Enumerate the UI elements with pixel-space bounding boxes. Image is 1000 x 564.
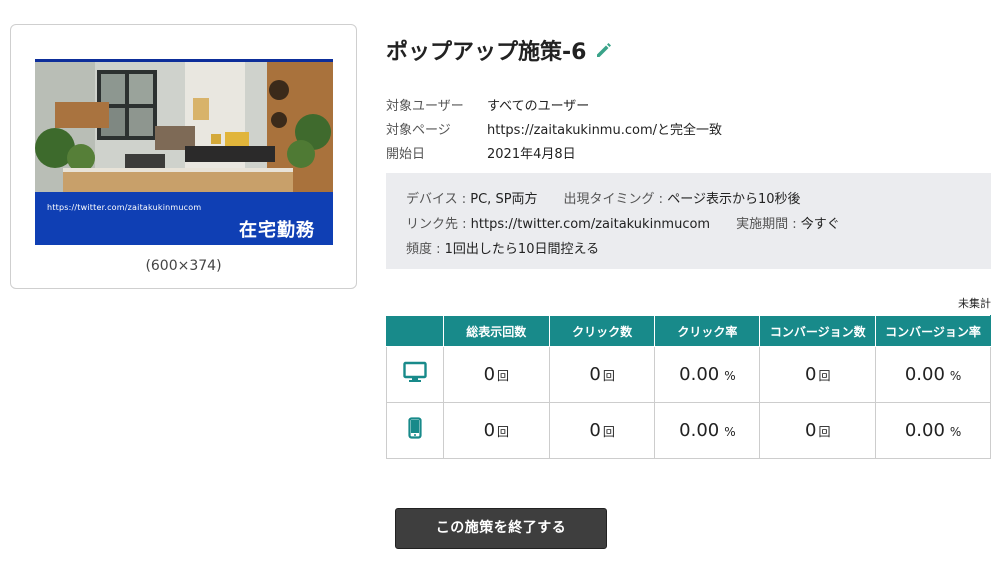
setting-label: リンク先 : bbox=[406, 217, 471, 232]
table-row: 0回 0回 0.00% 0回 0.00% bbox=[386, 402, 991, 459]
cell-unit: 回 bbox=[602, 425, 615, 439]
table-row: 0回 0回 0.00% 0回 0.00% bbox=[386, 346, 991, 403]
stats-table: 総表示回数 クリック数 クリック率 コンバージョン数 コンバージョン率 0回 0… bbox=[386, 315, 991, 459]
popup-banner-image: https://twitter.com/zaitakukinmucom 在宅勤務 bbox=[35, 59, 333, 245]
settings-row: デバイス : PC, SP両方 出現タイミング : ページ表示から10秒後 bbox=[406, 185, 971, 210]
clicks-cell: 0回 bbox=[548, 402, 656, 459]
cafe-photo-illustration bbox=[35, 62, 333, 192]
setting-link: リンク先 : https://twitter.com/zaitakukinmuc… bbox=[406, 213, 710, 232]
banner-caption: https://twitter.com/zaitakukinmucom 在宅勤務 bbox=[35, 192, 333, 245]
setting-timing: 出現タイミング : ページ表示から10秒後 bbox=[564, 188, 801, 207]
setting-label: 頻度 : bbox=[406, 242, 445, 257]
clicks-cell: 0回 bbox=[548, 346, 656, 403]
setting-value: https://twitter.com/zaitakukinmucom bbox=[470, 217, 711, 232]
column-header-impressions: 総表示回数 bbox=[442, 315, 550, 347]
cell-value: 0 bbox=[805, 420, 817, 441]
meta-value: https://zaitakukinmu.com/と完全一致 bbox=[487, 122, 722, 138]
meta-row-target-page: 対象ページ https://zaitakukinmu.com/と完全一致 bbox=[386, 116, 722, 140]
meta-value: 2021年4月8日 bbox=[487, 146, 576, 162]
settings-panel: デバイス : PC, SP両方 出現タイミング : ページ表示から10秒後 リン… bbox=[386, 173, 991, 269]
setting-frequency: 頻度 : 1回出したら10日間控える bbox=[406, 238, 599, 257]
campaign-title: ポップアップ施策-6 bbox=[386, 40, 587, 65]
settings-row: 頻度 : 1回出したら10日間控える bbox=[406, 235, 971, 260]
cafe-photo bbox=[35, 62, 333, 192]
stats-status-label: 未集計 bbox=[958, 297, 991, 310]
cell-value: 0 bbox=[483, 420, 496, 441]
meta-value: すべてのユーザー bbox=[487, 98, 590, 114]
banner-url: https://twitter.com/zaitakukinmucom bbox=[47, 203, 202, 212]
table-header-row: 総表示回数 クリック数 クリック率 コンバージョン数 コンバージョン率 bbox=[386, 315, 991, 347]
setting-value: ページ表示から10秒後 bbox=[667, 192, 801, 207]
column-header-ctr: クリック率 bbox=[654, 315, 761, 347]
conversions-cell: 0回 bbox=[759, 346, 877, 403]
column-header-cvr: コンバージョン率 bbox=[875, 315, 991, 347]
column-header-device bbox=[386, 315, 444, 347]
preview-size-label: (600×374) bbox=[145, 258, 222, 274]
cell-unit: 回 bbox=[497, 369, 510, 383]
smartphone-icon bbox=[408, 417, 422, 444]
pencil-icon[interactable] bbox=[594, 40, 614, 60]
cell-unit: % bbox=[949, 369, 962, 383]
cell-unit: % bbox=[724, 369, 736, 383]
end-campaign-button[interactable]: この施策を終了する bbox=[395, 508, 607, 549]
cell-value: 0.00 bbox=[679, 420, 720, 441]
cell-value: 0 bbox=[483, 364, 496, 385]
setting-label: 出現タイミング : bbox=[563, 192, 668, 207]
cell-value: 0.00 bbox=[904, 420, 945, 441]
desktop-icon bbox=[403, 361, 427, 388]
meta-row-start-date: 開始日 2021年4月8日 bbox=[386, 140, 722, 164]
setting-device: デバイス : PC, SP両方 bbox=[406, 188, 538, 207]
settings-row: リンク先 : https://twitter.com/zaitakukinmuc… bbox=[406, 210, 971, 235]
cell-unit: 回 bbox=[497, 425, 510, 439]
preview-card: https://twitter.com/zaitakukinmucom 在宅勤務… bbox=[10, 24, 357, 289]
cell-value: 0 bbox=[589, 420, 601, 441]
cell-unit: 回 bbox=[602, 369, 615, 383]
cell-value: 0.00 bbox=[904, 364, 945, 385]
campaign-meta: 対象ユーザー すべてのユーザー 対象ページ https://zaitakukin… bbox=[386, 92, 722, 164]
ctr-cell: 0.00% bbox=[654, 346, 761, 403]
setting-value: 1回出したら10日間控える bbox=[444, 242, 600, 257]
impressions-cell: 0回 bbox=[442, 346, 550, 403]
page-title: ポップアップ施策-6 bbox=[386, 34, 614, 66]
meta-label: 対象ユーザー bbox=[386, 98, 464, 114]
cvr-cell: 0.00% bbox=[875, 402, 991, 459]
impressions-cell: 0回 bbox=[442, 402, 550, 459]
device-cell bbox=[386, 402, 444, 459]
cell-unit: % bbox=[949, 425, 962, 439]
meta-row-target-user: 対象ユーザー すべてのユーザー bbox=[386, 92, 722, 116]
cell-value: 0 bbox=[589, 364, 601, 385]
ctr-cell: 0.00% bbox=[654, 402, 761, 459]
device-cell bbox=[386, 346, 444, 403]
column-header-clicks: クリック数 bbox=[548, 315, 656, 347]
cell-unit: 回 bbox=[818, 425, 831, 439]
column-header-conversions: コンバージョン数 bbox=[759, 315, 877, 347]
cell-unit: 回 bbox=[818, 369, 831, 383]
setting-period: 実施期間 : 今すぐ bbox=[736, 213, 840, 232]
setting-label: 実施期間 : bbox=[736, 217, 801, 232]
meta-label: 開始日 bbox=[386, 146, 426, 162]
conversions-cell: 0回 bbox=[759, 402, 877, 459]
setting-value: 今すぐ bbox=[800, 217, 840, 232]
cell-value: 0.00 bbox=[679, 364, 720, 385]
meta-label: 対象ページ bbox=[386, 122, 451, 138]
cvr-cell: 0.00% bbox=[875, 346, 991, 403]
setting-label: デバイス : bbox=[406, 192, 471, 207]
banner-title: 在宅勤務 bbox=[239, 220, 315, 241]
cell-unit: % bbox=[724, 425, 736, 439]
setting-value: PC, SP両方 bbox=[470, 192, 538, 207]
cell-value: 0 bbox=[805, 364, 817, 385]
